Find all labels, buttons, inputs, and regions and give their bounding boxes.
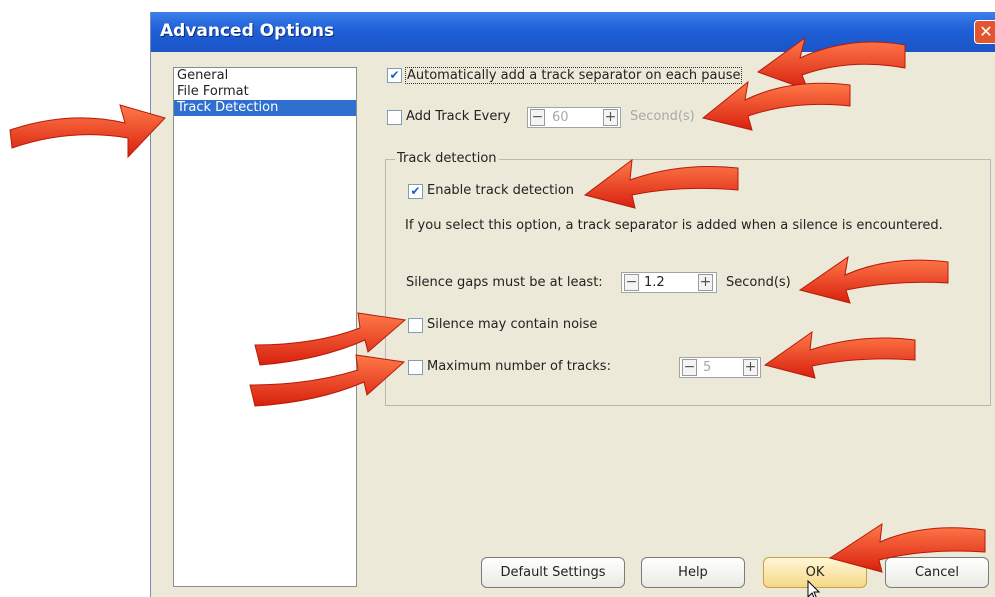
decrement-icon[interactable]: − <box>682 359 697 376</box>
cancel-button[interactable]: Cancel <box>885 557 989 588</box>
silence-noise-label: Silence may contain noise <box>427 317 598 332</box>
increment-icon[interactable]: + <box>743 359 758 376</box>
add-track-every-checkbox[interactable] <box>387 110 402 125</box>
track-detection-description: If you select this option, a track separ… <box>405 218 943 233</box>
advanced-options-dialog: Advanced Options ✕ General File Format T… <box>150 12 995 597</box>
add-track-every-unit: Second(s) <box>630 109 695 124</box>
add-track-every-value[interactable]: 60 <box>552 110 569 125</box>
silence-gap-stepper[interactable]: − 1.2 + <box>621 272 717 293</box>
mouse-pointer-icon <box>807 580 821 597</box>
default-settings-button[interactable]: Default Settings <box>481 557 625 588</box>
nav-item-file-format[interactable]: File Format <box>174 84 356 100</box>
add-track-every-label: Add Track Every <box>406 109 511 124</box>
increment-icon[interactable]: + <box>603 109 618 126</box>
silence-gap-value[interactable]: 1.2 <box>644 275 665 290</box>
max-tracks-checkbox[interactable] <box>408 360 423 375</box>
close-button[interactable]: ✕ <box>974 20 995 44</box>
auto-separator-label: Automatically add a track separator on e… <box>405 67 743 84</box>
arrow-track-detection-icon <box>9 104 166 159</box>
track-detection-group-title: Track detection <box>395 151 499 166</box>
silence-noise-checkbox[interactable] <box>408 318 423 333</box>
auto-separator-checkbox[interactable]: ✔ <box>387 68 402 83</box>
add-track-every-stepper[interactable]: − 60 + <box>527 107 621 128</box>
silence-gap-label: Silence gaps must be at least: <box>406 275 603 290</box>
options-category-list: General File Format Track Detection <box>173 67 357 587</box>
max-tracks-stepper[interactable]: − 5 + <box>679 357 761 378</box>
decrement-icon[interactable]: − <box>624 274 639 291</box>
title-bar[interactable]: Advanced Options ✕ <box>151 12 995 52</box>
decrement-icon[interactable]: − <box>530 109 545 126</box>
max-tracks-label: Maximum number of tracks: <box>427 359 611 374</box>
nav-item-general[interactable]: General <box>174 68 356 84</box>
increment-icon[interactable]: + <box>698 274 713 291</box>
enable-track-detection-label: Enable track detection <box>427 183 575 198</box>
silence-gap-unit: Second(s) <box>726 275 791 290</box>
help-button[interactable]: Help <box>641 557 745 588</box>
max-tracks-value[interactable]: 5 <box>703 360 711 375</box>
nav-item-track-detection[interactable]: Track Detection <box>174 100 356 116</box>
enable-track-detection-checkbox[interactable]: ✔ <box>408 184 423 199</box>
dialog-title: Advanced Options <box>160 21 335 41</box>
